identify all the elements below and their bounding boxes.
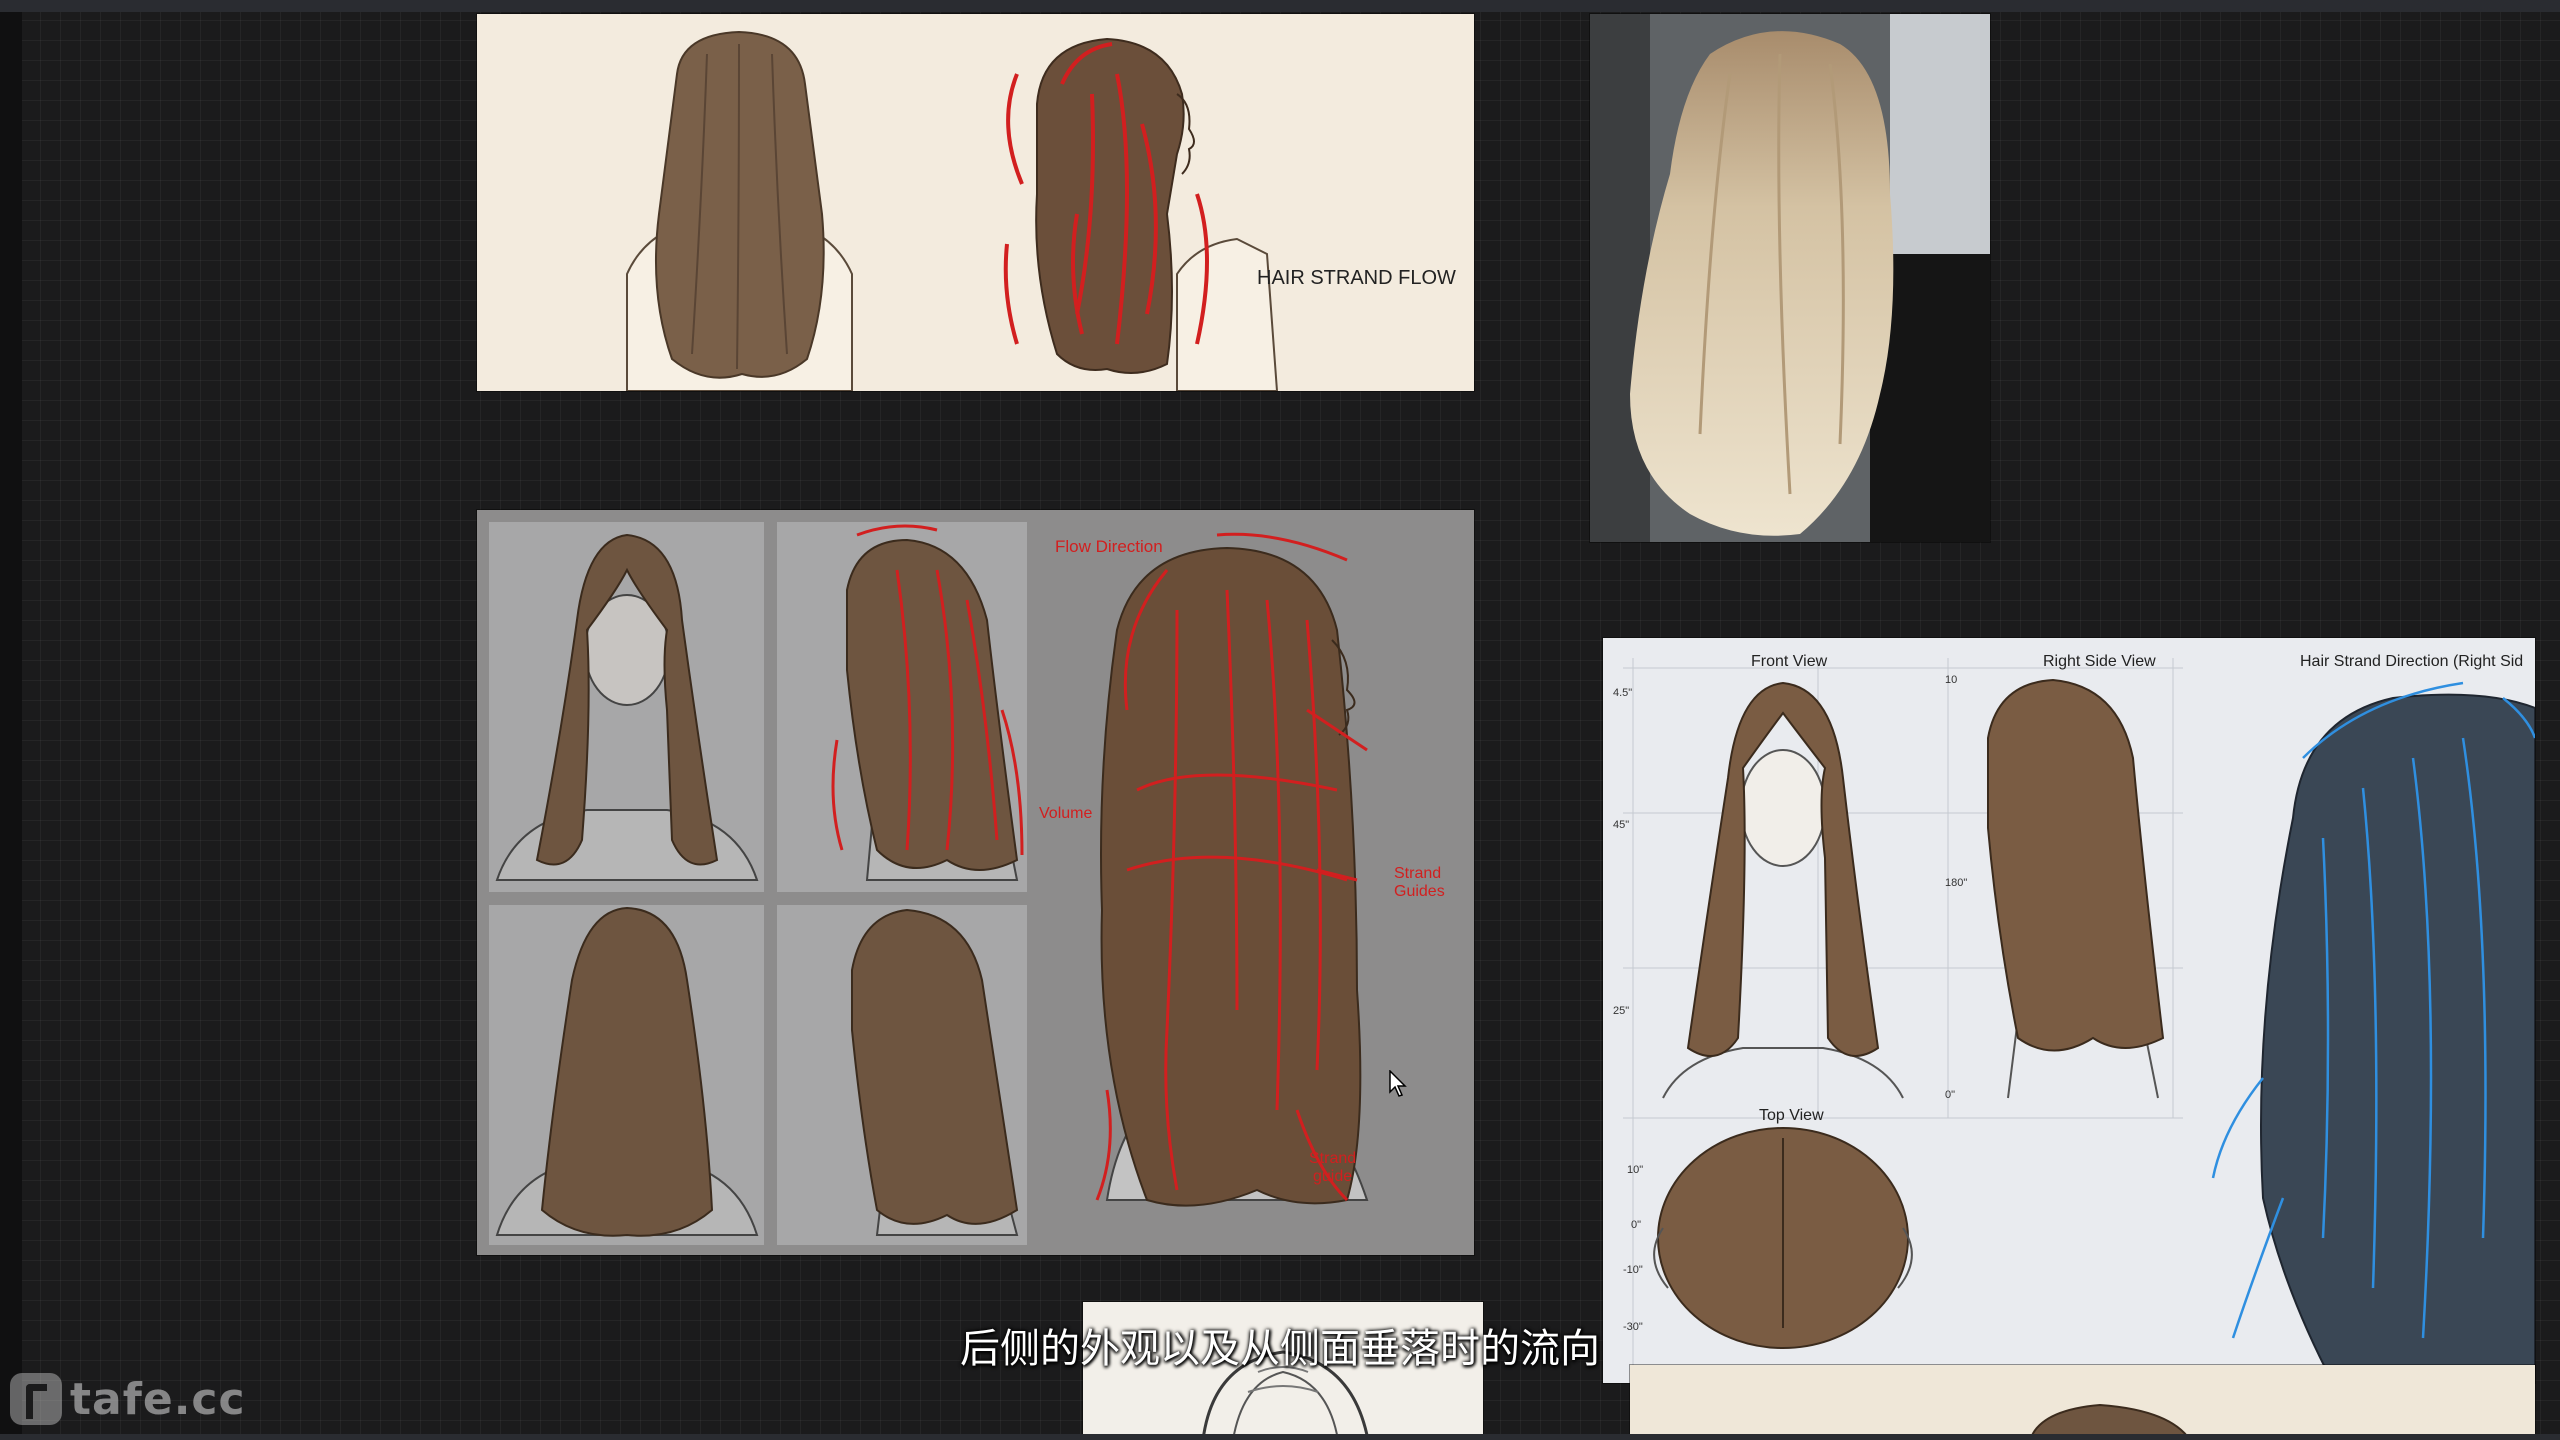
blonde-hair-photo: [1590, 14, 1990, 542]
ruler-left-tick: 4.5": [1613, 687, 1632, 699]
ruler-top-view-tick: 10": [1627, 1164, 1643, 1176]
strand-direction-label: Hair Strand Direction (Right Sid: [2300, 653, 2523, 670]
hair-strand-flow-illustration: HAIR STRAND FLOW: [626, 30, 1456, 391]
tafe-logo-icon: [10, 1373, 62, 1425]
reference-image-orthographic-views[interactable]: Front View Right Side View Hair Strand D…: [1603, 638, 2535, 1383]
strand-guides-label-line2: Guides: [1394, 883, 1445, 900]
ruler-top-view-tick: -10": [1623, 1264, 1643, 1276]
ruler-left-tick: 45": [1613, 819, 1629, 831]
strand-guide-label-line1: Strand: [1309, 1150, 1356, 1167]
top-view-label: Top View: [1759, 1107, 1824, 1124]
watermark: tafe.cc: [10, 1370, 246, 1428]
video-subtitle: 后侧的外观以及从侧面垂落时的流向: [960, 1326, 1600, 1372]
hair-flow-study-illustration: Flow Direction Volume Strand Guides Stra…: [489, 522, 1445, 1245]
volume-label: Volume: [1039, 805, 1092, 822]
partial-hair-illustration: [2028, 1403, 2192, 1440]
hair-strand-flow-label: HAIR STRAND FLOW: [1257, 267, 1456, 289]
ruler-mid-tick: 0": [1945, 1089, 1955, 1101]
ruler-left-tick: 25": [1613, 1005, 1629, 1017]
top-bar: [0, 0, 2560, 12]
bottom-bar: [0, 1434, 2560, 1440]
strand-guides-label-line1: Strand: [1394, 865, 1441, 882]
left-edge-bar: [0, 12, 22, 1440]
ruler-mid-tick: 10: [1945, 674, 1957, 686]
ruler-top-view-tick: 0": [1631, 1219, 1641, 1231]
front-view-label: Front View: [1751, 653, 1828, 670]
orthographic-views-illustration: Front View Right Side View Hair Strand D…: [1613, 653, 2535, 1383]
mouse-cursor-icon: [1389, 1070, 1407, 1097]
ruler-mid-tick: 180": [1945, 877, 1967, 889]
reference-image-hair-strand-flow[interactable]: HAIR STRAND FLOW: [477, 14, 1474, 391]
reference-image-hair-flow-study[interactable]: Flow Direction Volume Strand Guides Stra…: [477, 510, 1474, 1255]
right-side-view-label: Right Side View: [2043, 653, 2156, 670]
strand-guide-label-line2: guide: [1313, 1168, 1352, 1185]
reference-image-partial[interactable]: [1630, 1365, 2535, 1440]
reference-photo-blonde-hair[interactable]: [1590, 14, 1990, 542]
watermark-text: tafe.cc: [70, 1373, 246, 1425]
flow-direction-label: Flow Direction: [1055, 537, 1163, 556]
